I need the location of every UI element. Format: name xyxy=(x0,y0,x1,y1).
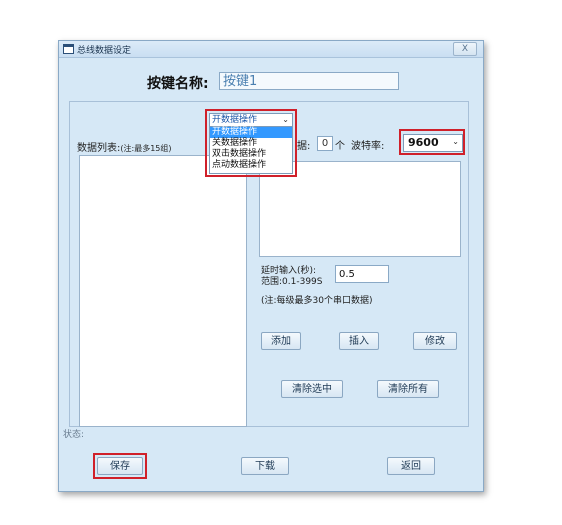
window-title: 总线数据设定 xyxy=(77,46,132,56)
data-count-unit: 个 xyxy=(335,141,345,152)
operation-highlight xyxy=(205,109,297,177)
clear-all-button[interactable]: 清除所有 xyxy=(377,380,439,398)
key-name-label: 按键名称: xyxy=(147,76,209,92)
close-button[interactable]: X xyxy=(453,42,477,56)
back-button[interactable]: 返回 xyxy=(387,457,435,475)
data-count-field[interactable]: 0 xyxy=(317,136,333,151)
delay-input[interactable]: 0.5 xyxy=(335,265,389,283)
status-label: 状态: xyxy=(63,430,85,440)
baud-rate-label: 波特率: xyxy=(351,141,385,152)
data-list-label: 数据列表:(注:最多15组) xyxy=(77,143,172,154)
add-button[interactable]: 添加 xyxy=(261,332,301,350)
save-highlight xyxy=(93,453,147,479)
delay-range-label: 范围:0.1-399S xyxy=(261,277,323,287)
key-name-input[interactable]: 按键1 xyxy=(219,72,399,90)
data-list-note: (注:最多15组) xyxy=(120,144,172,153)
data-list[interactable] xyxy=(79,155,247,427)
bus-data-settings-window: 总线数据设定 X 按键名称: 按键1 数据列表:(注:最多15组) 据: 0 个… xyxy=(58,40,484,492)
download-button[interactable]: 下载 xyxy=(241,457,289,475)
serial-limit-note: (注:每级最多30个串口数据) xyxy=(261,296,373,306)
baud-rate-highlight xyxy=(399,129,465,155)
modify-button[interactable]: 修改 xyxy=(413,332,457,350)
clear-selected-button[interactable]: 清除选中 xyxy=(281,380,343,398)
data-count-label: 据: xyxy=(297,141,311,152)
title-bar: 总线数据设定 X xyxy=(59,41,483,58)
window-icon xyxy=(63,44,74,54)
insert-button[interactable]: 插入 xyxy=(339,332,379,350)
